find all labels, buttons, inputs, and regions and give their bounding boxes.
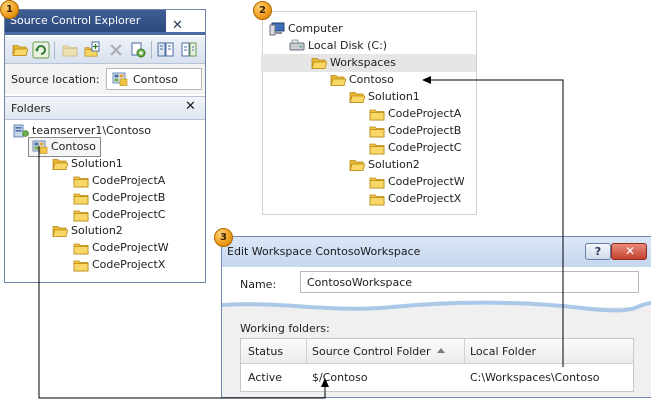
row-status[interactable]: Active	[248, 371, 282, 384]
row-source-folder[interactable]: $/Contoso	[312, 371, 368, 384]
source-location-label: Source location:	[11, 73, 100, 86]
folder-icon	[73, 210, 89, 222]
source-control-explorer-window: Source Control Explorer ✕ Source locatio…	[4, 9, 206, 283]
source-location-dropdown[interactable]: Contoso	[106, 68, 202, 90]
tree-node-label: CodeProjectC	[92, 208, 166, 221]
folder-icon[interactable]	[61, 41, 79, 59]
close-button[interactable]: ✕	[611, 243, 647, 260]
workspace-icon[interactable]	[157, 41, 175, 59]
local-node-label: CodeProjectC	[388, 141, 462, 154]
row-local-folder[interactable]: C:\Workspaces\Contoso	[470, 371, 600, 384]
help-button[interactable]: ?	[585, 243, 611, 260]
toolbar-separator	[151, 41, 152, 59]
name-input[interactable]: ContosoWorkspace	[300, 271, 639, 293]
local-node-label: Workspaces	[330, 56, 396, 69]
column-header-local-folder[interactable]: Local Folder	[470, 345, 536, 358]
server-icon	[13, 124, 29, 138]
source-location-value: Contoso	[133, 73, 178, 86]
team-project-icon	[112, 72, 128, 86]
tree-node-label: CodeProjectW	[92, 241, 169, 254]
source-control-explorer-tab[interactable]: Source Control Explorer	[5, 10, 166, 32]
folder-icon	[369, 143, 385, 155]
tree-node-label: CodeProjectB	[92, 191, 166, 204]
tree-node-label: CodeProjectX	[92, 258, 166, 271]
local-node-label: CodeProjectW	[388, 175, 465, 188]
tree-node-label: teamserver1\Contoso	[32, 124, 151, 137]
add-files-icon[interactable]	[129, 41, 147, 59]
local-node-label: Solution2	[368, 158, 420, 171]
callout-badge-3: 3	[214, 228, 233, 247]
callout-badge-2: 2	[253, 1, 272, 20]
working-folders-grid: Status Source Control Folder Local Folde…	[240, 338, 634, 392]
local-node-label: Solution1	[368, 90, 420, 103]
open-folder-icon[interactable]	[11, 41, 29, 59]
local-node-label: Computer	[288, 22, 343, 35]
folder-icon	[73, 243, 89, 255]
working-folders-label: Working folders:	[240, 322, 330, 335]
help-icon: ?	[594, 245, 602, 258]
computer-icon	[269, 22, 285, 36]
compare-icon[interactable]	[180, 41, 198, 59]
dialog-title: Edit Workspace ContosoWorkspace	[227, 245, 421, 258]
name-label: Name:	[240, 278, 277, 291]
column-header-source-control-folder[interactable]: Source Control Folder	[312, 345, 431, 358]
sort-ascending-icon	[437, 348, 445, 353]
dialog-title-bar: Edit Workspace ContosoWorkspace ? ✕	[222, 237, 651, 267]
tree-node-label: CodeProjectA	[92, 174, 166, 187]
folder-icon	[73, 260, 89, 272]
local-node-label: CodeProjectB	[388, 124, 462, 137]
name-value: ContosoWorkspace	[307, 276, 413, 289]
folder-icon	[73, 193, 89, 205]
source-location-bar: Source location: Contoso	[5, 64, 205, 94]
folder-open-icon	[311, 58, 327, 69]
tab-underline	[5, 32, 205, 35]
local-node-label: CodeProjectA	[388, 107, 462, 120]
folder-open-icon	[349, 92, 365, 103]
tree-node-label: Solution2	[71, 224, 123, 237]
folder-open-icon	[52, 226, 68, 237]
folder-icon	[369, 126, 385, 138]
torn-edge-divider	[222, 300, 651, 319]
edit-workspace-dialog: Edit Workspace ContosoWorkspace ? ✕ Name…	[221, 236, 651, 398]
folder-open-icon	[349, 160, 365, 171]
column-separator	[306, 339, 307, 363]
local-node-label: CodeProjectX	[388, 192, 462, 205]
folder-open-icon	[330, 75, 346, 86]
folders-pane-header: Folders ✕	[5, 96, 205, 120]
local-node-label: Local Disk (C:)	[308, 39, 388, 52]
folder-icon	[369, 177, 385, 189]
team-project-icon	[32, 140, 48, 154]
folder-icon	[369, 194, 385, 206]
tab-close-icon[interactable]: ✕	[172, 18, 183, 33]
folders-pane-title: Folders	[11, 102, 51, 115]
tree-node-label: Contoso	[51, 140, 96, 153]
local-node-label: Contoso	[349, 73, 394, 86]
close-icon: ✕	[625, 244, 636, 258]
column-header-status[interactable]: Status	[248, 345, 283, 358]
new-folder-icon[interactable]	[83, 41, 101, 59]
toolbar-separator	[54, 41, 55, 59]
refresh-icon[interactable]	[32, 41, 50, 59]
tree-node-label: Solution1	[71, 157, 123, 170]
tab-title: Source Control Explorer	[10, 14, 141, 27]
delete-icon[interactable]	[107, 41, 125, 59]
folder-icon	[369, 109, 385, 121]
callout-badge-1: 1	[0, 0, 19, 19]
folders-close-icon[interactable]: ✕	[185, 99, 196, 114]
folder-open-icon	[52, 159, 68, 170]
explorer-toolbar	[5, 37, 205, 64]
column-separator	[464, 339, 465, 363]
folder-icon	[73, 176, 89, 188]
grid-header: Status Source Control Folder Local Folde…	[241, 339, 633, 364]
hard-disk-icon	[289, 39, 305, 51]
